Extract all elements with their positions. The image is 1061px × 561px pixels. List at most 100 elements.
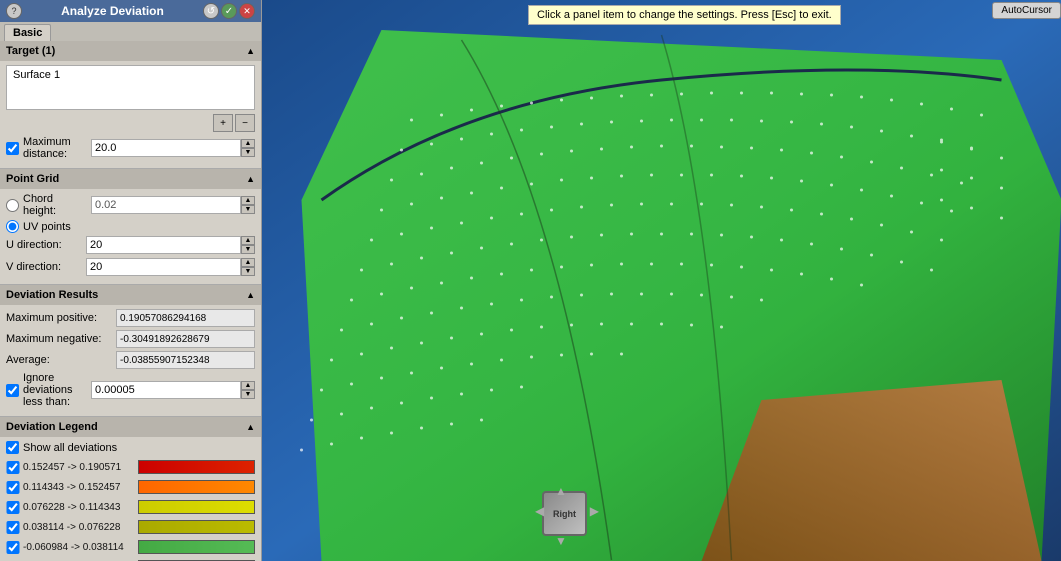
legend-item-1: 0.114343 -> 0.152457 [6,478,255,496]
max-negative-value: -0.30491892628679 [116,330,255,348]
ignore-deviations-input[interactable] [91,381,241,399]
legend-item-2: 0.076228 -> 0.114343 [6,498,255,516]
u-direction-spin-buttons: ▲ ▼ [241,236,255,254]
cube-down-arrow[interactable]: ▼ [555,534,567,548]
target-section-content: Surface 1 + − Maximum distance: ▲ ▼ [0,61,261,168]
u-direction-input[interactable] [86,236,241,254]
target-section: Target (1) ▲ Surface 1 + − Maximum dista… [0,41,261,169]
uv-points-label: UV points [23,221,71,233]
legend-color-bar-0 [138,460,255,474]
v-direction-label: V direction: [6,261,86,273]
target-chevron-icon: ▲ [246,46,255,56]
chord-height-radio[interactable] [6,199,19,212]
ignore-deviations-spin-buttons: ▲ ▼ [241,381,255,399]
deviation-legend-section-header[interactable]: Deviation Legend ▲ [0,417,261,437]
point-grid-chevron-icon: ▲ [246,174,255,184]
legend-checkbox-2[interactable] [6,501,20,514]
point-grid-section-content: Chord height: ▲ ▼ UV points U direction: [0,189,261,284]
legend-color-bar-4 [138,540,255,554]
cube-left-arrow[interactable]: ◀ [535,504,544,518]
nav-cube[interactable]: Right ◀ ▶ ▲ ▼ [537,486,597,546]
help-button[interactable]: ? [6,3,22,19]
max-positive-value: 0.19057086294168 [116,309,255,327]
average-value: -0.03855907152348 [116,351,255,369]
u-direction-label: U direction: [6,239,86,251]
ignore-up-button[interactable]: ▲ [241,381,255,390]
deviation-results-chevron-icon: ▲ [246,290,255,300]
chord-height-spin-buttons: ▲ ▼ [241,196,255,214]
legend-color-bar-1 [138,480,255,494]
target-list[interactable]: Surface 1 [6,65,255,110]
panel-title: Analyze Deviation [61,4,164,18]
uv-points-radio[interactable] [6,220,19,233]
legend-checkbox-3[interactable] [6,521,20,534]
u-direction-down-button[interactable]: ▼ [241,245,255,254]
cube-right-arrow[interactable]: ▶ [590,504,599,518]
deviation-results-section-header[interactable]: Deviation Results ▲ [0,285,261,305]
show-all-deviations-row: Show all deviations [6,441,255,454]
ignore-down-button[interactable]: ▼ [241,390,255,399]
legend-items-container: 0.152457 -> 0.190571 0.114343 -> 0.152457… [6,458,255,561]
v-direction-down-button[interactable]: ▼ [241,267,255,276]
uv-points-row: UV points [6,220,255,233]
viewport: Click a panel item to change the setting… [262,0,1061,561]
chord-height-down-button[interactable]: ▼ [241,205,255,214]
legend-checkbox-0[interactable] [6,461,20,474]
target-section-header[interactable]: Target (1) ▲ [0,41,261,61]
v-direction-row: V direction: ▲ ▼ [6,258,255,276]
chord-height-spinbox: ▲ ▼ [91,196,255,214]
legend-checkbox-1[interactable] [6,481,20,494]
legend-range-0: 0.152457 -> 0.190571 [23,462,138,473]
legend-range-1: 0.114343 -> 0.152457 [23,482,138,493]
analyze-deviation-panel: ? Analyze Deviation ↺ ✓ ✕ Basic Target (… [0,0,262,561]
close-button[interactable]: ✕ [239,3,255,19]
top-toolbar: Click a panel item to change the setting… [524,0,1061,30]
u-direction-up-button[interactable]: ▲ [241,236,255,245]
max-distance-row: Maximum distance: ▲ ▼ [6,136,255,160]
deviation-legend-section-title: Deviation Legend [6,421,98,433]
max-distance-up-button[interactable]: ▲ [241,139,255,148]
chord-height-input[interactable] [91,196,241,214]
panel-actions: ↺ ✓ ✕ [203,3,255,19]
max-distance-spin-buttons: ▲ ▼ [241,139,255,157]
v-direction-input[interactable] [86,258,241,276]
chord-height-up-button[interactable]: ▲ [241,196,255,205]
legend-item-0: 0.152457 -> 0.190571 [6,458,255,476]
max-negative-label: Maximum negative: [6,333,116,345]
target-item-0: Surface 1 [11,68,250,82]
tooltip-bar: Click a panel item to change the setting… [528,5,841,25]
max-positive-label: Maximum positive: [6,312,116,324]
point-grid-section-header[interactable]: Point Grid ▲ [0,169,261,189]
cube-face-label: Right [553,509,576,519]
max-negative-row: Maximum negative: -0.30491892628679 [6,330,255,348]
max-distance-down-button[interactable]: ▼ [241,148,255,157]
target-add-button[interactable]: + [213,114,233,132]
deviation-results-section: Deviation Results ▲ Maximum positive: 0.… [0,285,261,417]
average-row: Average: -0.03855907152348 [6,351,255,369]
panel-titlebar: ? Analyze Deviation ↺ ✓ ✕ [0,0,261,22]
surface-visualization [262,0,1061,561]
show-all-deviations-checkbox[interactable] [6,441,19,454]
legend-color-bar-2 [138,500,255,514]
v-direction-up-button[interactable]: ▲ [241,258,255,267]
chord-height-row: Chord height: ▲ ▼ [6,193,255,217]
ignore-deviations-label: Ignore deviations less than: [23,372,87,408]
legend-range-3: 0.038114 -> 0.076228 [23,522,138,533]
reset-button[interactable]: ↺ [203,3,219,19]
max-distance-input[interactable] [91,139,241,157]
deviation-legend-section: Deviation Legend ▲ Show all deviations 0… [0,417,261,561]
legend-color-bar-3 [138,520,255,534]
tab-bar: Basic [0,22,261,41]
tab-basic[interactable]: Basic [4,24,51,41]
deviation-legend-section-content: Show all deviations 0.152457 -> 0.190571… [0,437,261,561]
ok-button[interactable]: ✓ [221,3,237,19]
u-direction-spinbox: ▲ ▼ [86,236,255,254]
point-grid-section: Point Grid ▲ Chord height: ▲ ▼ UV points [0,169,261,285]
autocursor-bar: AutoCursor [992,2,1061,19]
cube-up-arrow[interactable]: ▲ [555,484,567,498]
target-remove-button[interactable]: − [235,114,255,132]
legend-checkbox-4[interactable] [6,541,20,554]
max-distance-checkbox[interactable] [6,142,19,155]
autocursor-label: AutoCursor [1001,5,1052,16]
ignore-deviations-checkbox[interactable] [6,384,19,397]
